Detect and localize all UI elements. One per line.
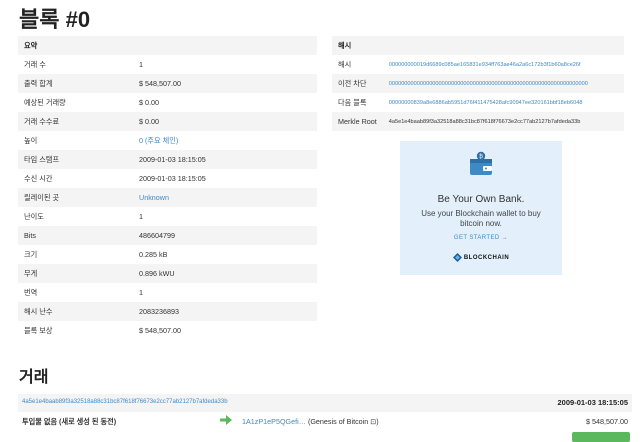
summary-label: 릴레이된 곳 bbox=[24, 192, 60, 202]
ad-headline: Be Your Own Bank. bbox=[437, 194, 525, 205]
summary-label: 출력 합계 bbox=[24, 78, 53, 88]
summary-header: 요약 bbox=[24, 40, 38, 50]
hash-row-hash: 해시 000000000019d6689c085ae165831e934ff76… bbox=[332, 55, 624, 74]
summary-table: 요약 거래 수 1 출력 합계 $ 548,507.00 예상된 거래량 $ 0… bbox=[18, 36, 317, 340]
output-note: (Genesis of Bitcoin ⊡) bbox=[307, 417, 379, 426]
summary-label: 해시 난수 bbox=[24, 306, 53, 316]
amount-button[interactable] bbox=[572, 432, 630, 442]
relayed-by-link[interactable]: Unknown bbox=[133, 188, 317, 207]
transaction-header: 4a5e1e4baab89f3a32518a88c31bc87f618f7667… bbox=[18, 394, 632, 412]
get-started-link[interactable]: GET STARTED → bbox=[400, 235, 562, 241]
summary-row-received-time: 수신 시간 2009-01-03 18:15:05 bbox=[18, 169, 317, 188]
transaction-output: 1A1zP1eP5QGefi… (Genesis of Bitcoin ⊡) bbox=[242, 417, 379, 426]
summary-label: 수신 시간 bbox=[24, 173, 53, 183]
summary-label: 무게 bbox=[24, 268, 38, 278]
summary-value: $ 0.00 bbox=[139, 98, 159, 107]
summary-row-difficulty: 난이도 1 bbox=[18, 207, 317, 226]
summary-label: 난이도 bbox=[24, 211, 44, 221]
summary-value: 1 bbox=[139, 60, 143, 69]
summary-value: 0.896 kWU bbox=[139, 269, 175, 278]
transaction-amount: $ 548,507.00 bbox=[586, 417, 628, 426]
ad-body: Use your Blockchain wallet to buy bitcoi… bbox=[421, 209, 541, 228]
summary-row-height: 높이 0 (주요 체인) bbox=[18, 131, 317, 150]
summary-label: 거래 수수료 bbox=[24, 116, 60, 126]
summary-row-block-reward: 블록 보상 $ 548,507.00 bbox=[18, 321, 317, 340]
wallet-icon: ₿ bbox=[470, 151, 492, 175]
height-link[interactable]: 0 (주요 체인) bbox=[133, 131, 317, 150]
previous-block-link[interactable]: 0000000000000000000000000000000000000000… bbox=[383, 74, 624, 93]
summary-row-size: 크기 0.285 kB bbox=[18, 245, 317, 264]
transactions-title: 거래 bbox=[19, 369, 49, 386]
summary-value: 0.285 kB bbox=[139, 250, 168, 259]
summary-header-row: 요약 bbox=[18, 36, 317, 55]
summary-row-fees: 거래 수수료 $ 0.00 bbox=[18, 112, 317, 131]
merkle-root-value: 4a5e1e4baab89f3a32518a88c31bc87f618f7667… bbox=[388, 118, 581, 125]
summary-row-version: 번역 1 bbox=[18, 283, 317, 302]
summary-label: Bits bbox=[24, 231, 36, 240]
summary-value: 2009-01-03 18:15:05 bbox=[139, 174, 206, 183]
transaction-input: 투입물 없음 (새로 생성 된 동전) bbox=[22, 417, 117, 426]
summary-label: 크기 bbox=[24, 249, 38, 259]
transaction-row: 투입물 없음 (새로 생성 된 동전) 1A1zP1eP5QGefi… (Gen… bbox=[18, 412, 632, 430]
summary-value: $ 548,507.00 bbox=[139, 79, 181, 88]
summary-value: 1 bbox=[139, 288, 143, 297]
summary-row-bits: Bits 486604799 bbox=[18, 226, 317, 245]
summary-label: 블록 보상 bbox=[24, 325, 53, 335]
next-block-link[interactable]: 00000000839a8e6886ab5951d76f411475428afc… bbox=[383, 93, 624, 112]
summary-label: 높이 bbox=[24, 135, 38, 145]
summary-row-weight: 무게 0.896 kWU bbox=[18, 264, 317, 283]
hash-label: 해시 bbox=[338, 59, 352, 69]
summary-row-estimated-volume: 예상된 거래량 $ 0.00 bbox=[18, 93, 317, 112]
hash-row-next: 다음 블록 00000000839a8e6886ab5951d76f411475… bbox=[332, 93, 624, 112]
hash-label: Merkle Root bbox=[338, 117, 377, 126]
wallet-ad[interactable]: ₿ Be Your Own Bank. Use your Blockchain … bbox=[400, 141, 562, 275]
summary-value: $ 548,507.00 bbox=[139, 326, 181, 335]
hash-label: 이전 차단 bbox=[338, 78, 367, 88]
page-title: 블록 #0 bbox=[19, 7, 91, 32]
summary-row-nonce: 해시 난수 2083236893 bbox=[18, 302, 317, 321]
blockchain-logo-icon bbox=[452, 253, 462, 262]
summary-label: 거래 수 bbox=[24, 59, 46, 69]
hash-label: 다음 블록 bbox=[338, 97, 367, 107]
summary-label: 번역 bbox=[24, 287, 38, 297]
summary-row-output-total: 출력 합계 $ 548,507.00 bbox=[18, 74, 317, 93]
hash-row-merkle: Merkle Root 4a5e1e4baab89f3a32518a88c31b… bbox=[332, 112, 624, 131]
summary-label: 예상된 거래량 bbox=[24, 97, 66, 107]
blockchain-logo: BLOCKCHAIN bbox=[400, 253, 562, 262]
output-address-link[interactable]: 1A1zP1eP5QGefi… bbox=[242, 417, 306, 426]
summary-row-relayed-by: 릴레이된 곳 Unknown bbox=[18, 188, 317, 207]
summary-value: 1 bbox=[139, 212, 143, 221]
hash-table: 해시 해시 000000000019d6689c085ae165831e934f… bbox=[332, 36, 624, 131]
hash-header: 해시 bbox=[338, 40, 352, 50]
summary-label: 타임 스탬프 bbox=[24, 154, 60, 164]
summary-value: $ 0.00 bbox=[139, 117, 159, 126]
transaction-time: 2009-01-03 18:15:05 bbox=[557, 398, 628, 407]
svg-text:₿: ₿ bbox=[479, 153, 483, 160]
blockchain-logo-text: BLOCKCHAIN bbox=[463, 255, 510, 262]
arrow-right-icon bbox=[220, 415, 232, 425]
hash-header-row: 해시 bbox=[332, 36, 624, 55]
summary-value: 486604799 bbox=[139, 231, 175, 240]
summary-row-timestamp: 타임 스탬프 2009-01-03 18:15:05 bbox=[18, 150, 317, 169]
summary-value: 2009-01-03 18:15:05 bbox=[139, 155, 206, 164]
block-hash-link[interactable]: 000000000019d6689c085ae165831e934ff763ae… bbox=[383, 55, 624, 74]
summary-value: 2083236893 bbox=[139, 307, 179, 316]
hash-row-previous: 이전 차단 0000000000000000000000000000000000… bbox=[332, 74, 624, 93]
transaction-hash-link[interactable]: 4a5e1e4baab89f3a32518a88c31bc87f618f7667… bbox=[22, 399, 228, 405]
summary-row-tx-count: 거래 수 1 bbox=[18, 55, 317, 74]
